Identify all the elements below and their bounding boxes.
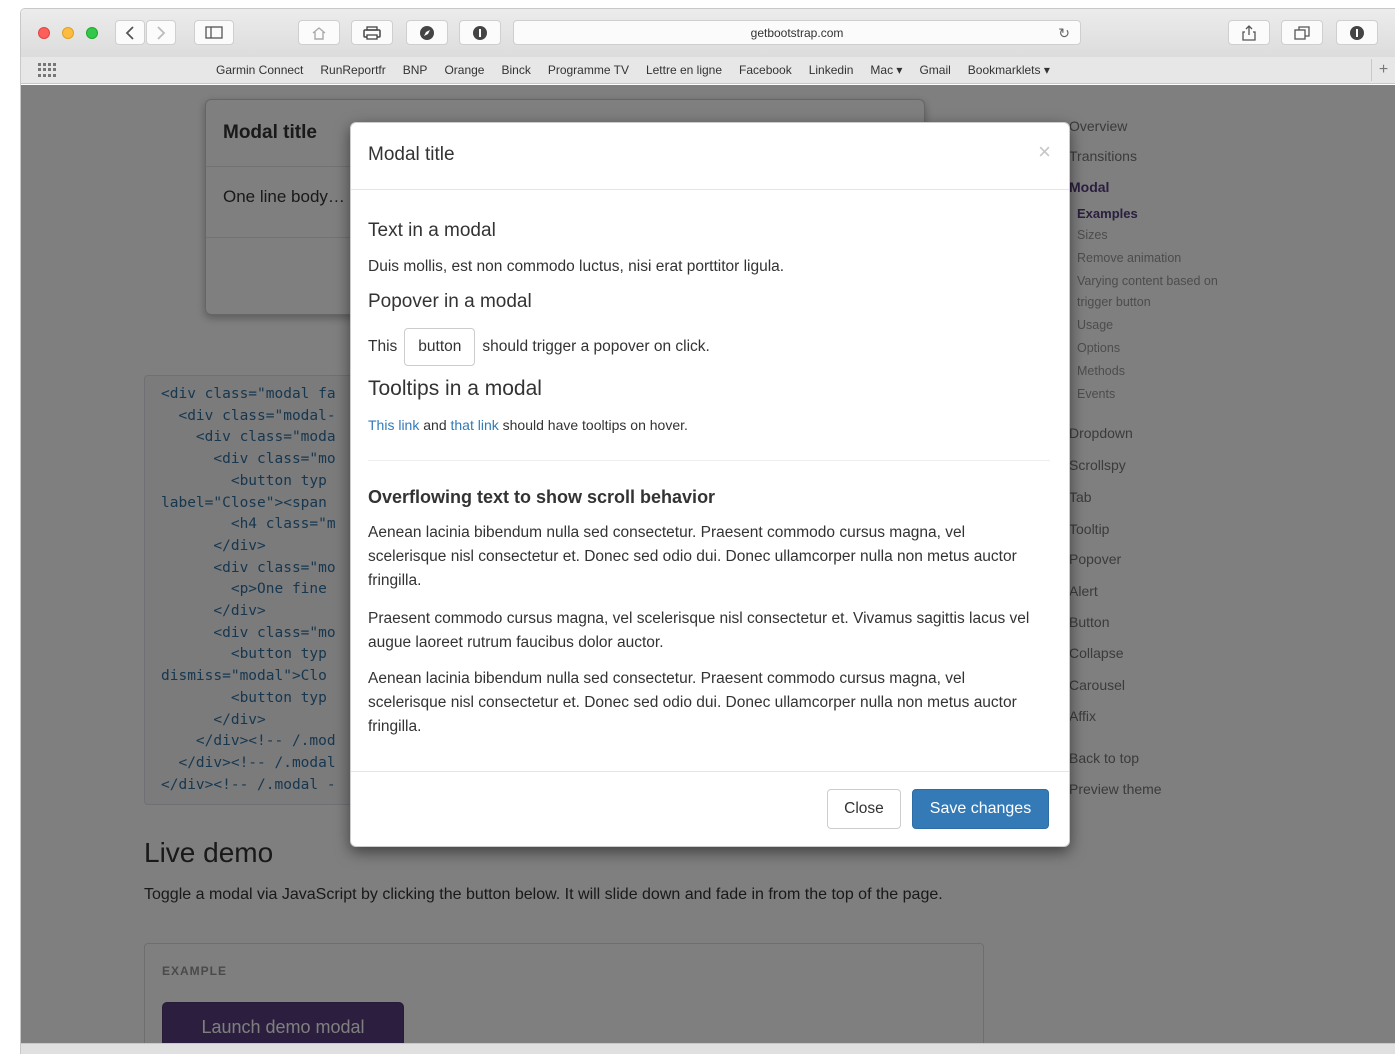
modal-footer: Close Save changes [351, 771, 1069, 848]
chevron-left-icon [125, 25, 134, 40]
overflow-heading: Overflowing text to show scroll behavior [368, 487, 716, 507]
bookmark-item[interactable]: Binck [501, 63, 530, 77]
back-button[interactable] [115, 20, 145, 45]
overflow-paragraph-3: Aenean lacinia bibendum nulla sed consec… [368, 670, 1017, 735]
bookmark-item[interactable]: Orange [444, 63, 484, 77]
overflow-paragraph-2: Praesent commodo cursus magna, vel scele… [368, 610, 1030, 651]
extension-button[interactable] [406, 20, 448, 45]
modal-dialog: Modal title × Text in a modal Duis molli… [350, 122, 1070, 847]
extension-info-button[interactable] [1336, 20, 1378, 45]
bookmark-item[interactable]: Programme TV [548, 63, 629, 77]
bookmarks-bar: Garmin Connect RunReportfr BNP Orange Binck P… [21, 57, 1395, 84]
bookmark-item[interactable]: Gmail [919, 63, 950, 77]
popover-post-text: should trigger a popover on click. [482, 338, 710, 355]
home-icon [312, 26, 326, 40]
chevron-right-icon [157, 25, 166, 40]
popover-trigger-button[interactable]: button [404, 328, 476, 366]
bookmark-item[interactable]: Garmin Connect [216, 63, 303, 77]
close-icon[interactable]: × [1038, 141, 1051, 163]
browser-window: getbootstrap.com ↻ Garmin Connect RunRepo… [20, 8, 1395, 1054]
top-sites-grid-icon[interactable] [38, 63, 56, 77]
close-button[interactable]: Close [827, 789, 901, 829]
sidebar-icon [205, 26, 223, 39]
bookmark-item[interactable]: RunReportfr [320, 63, 385, 77]
text-in-modal-body: Duis mollis, est non commodo luctus, nis… [368, 258, 785, 275]
tooltip-post-text: should have tooltips on hover. [502, 417, 688, 433]
address-bar[interactable]: getbootstrap.com ↻ [513, 20, 1081, 45]
home-button[interactable] [298, 20, 340, 45]
info-icon [1350, 25, 1364, 40]
share-button[interactable] [1228, 20, 1270, 45]
info-button[interactable] [459, 20, 501, 45]
window-bottom-edge [21, 1043, 1395, 1054]
tooltips-heading: Tooltips in a modal [368, 377, 542, 400]
tabs-icon [1294, 25, 1310, 40]
bookmark-item[interactable]: Bookmarklets ▾ [968, 63, 1050, 77]
sidebar-button[interactable] [194, 20, 234, 45]
forward-button[interactable] [146, 20, 176, 45]
browser-toolbar: getbootstrap.com ↻ [21, 9, 1395, 57]
modal-title: Modal title [368, 144, 455, 165]
text-in-modal-heading: Text in a modal [368, 220, 496, 241]
info-icon [473, 25, 487, 40]
bookmark-item[interactable]: Facebook [739, 63, 792, 77]
bookmark-item[interactable]: Linkedin [809, 63, 854, 77]
minimize-window-button[interactable] [62, 27, 74, 39]
overflow-paragraph-1: Aenean lacinia bibendum nulla sed consec… [368, 524, 1017, 589]
save-changes-button[interactable]: Save changes [912, 789, 1049, 829]
url-text: getbootstrap.com [750, 25, 844, 40]
reload-icon[interactable]: ↻ [1058, 25, 1070, 42]
share-icon [1242, 24, 1256, 41]
bookmark-item[interactable]: Mac ▾ [870, 63, 902, 77]
tabs-button[interactable] [1281, 20, 1323, 45]
compass-icon [420, 25, 434, 40]
modal-header: Modal title × [351, 123, 1069, 190]
tooltip-link-that[interactable]: that link [451, 417, 499, 433]
tooltip-mid-text: and [423, 417, 447, 433]
close-window-button[interactable] [38, 27, 50, 39]
add-bookmark-plus-icon[interactable]: + [1371, 59, 1395, 81]
zoom-window-button[interactable] [86, 27, 98, 39]
popover-line: This button should trigger a popover on … [368, 328, 710, 366]
printer-icon [363, 25, 381, 40]
bookmark-item[interactable]: Lettre en ligne [646, 63, 722, 77]
bookmark-item[interactable]: BNP [403, 63, 428, 77]
popover-pre-text: This [368, 338, 398, 355]
tooltips-line: This link and that link should have tool… [368, 413, 1033, 437]
print-button[interactable] [351, 20, 393, 45]
popover-heading: Popover in a modal [368, 291, 532, 312]
bookmarks-list: Garmin Connect RunReportfr BNP Orange Binck P… [216, 63, 1050, 77]
tooltip-link-this[interactable]: This link [368, 417, 419, 433]
